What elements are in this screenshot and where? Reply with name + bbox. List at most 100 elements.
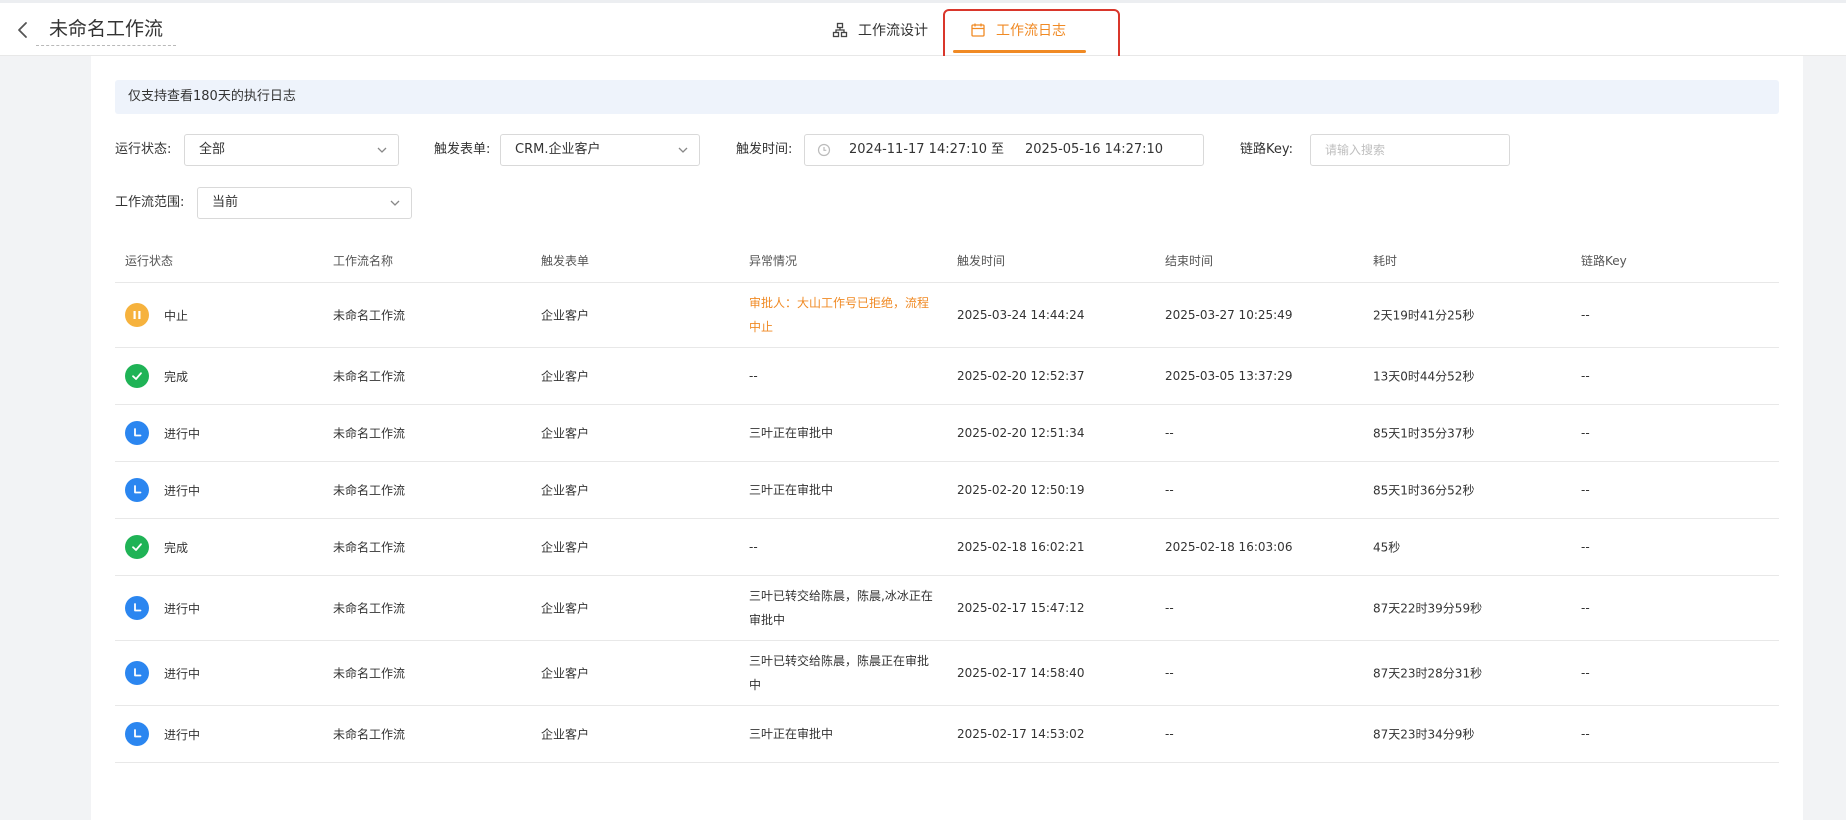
workflow-name-cell: 未命名工作流 [333, 308, 406, 323]
app-header: 未命名工作流 工作流设计 工作流日志 [0, 3, 1846, 56]
status-cell: 进行中 [125, 478, 200, 502]
trigger-form-cell: 企业客户 [541, 727, 590, 742]
exception-cell: -- [749, 540, 758, 554]
trigger-time-cell: 2025-03-24 14:44:24 [957, 308, 1085, 322]
clock-icon [125, 478, 149, 502]
duration-cell: 85天1时36分52秒 [1373, 483, 1475, 498]
back-icon[interactable] [14, 19, 32, 41]
workflow-name-cell: 未命名工作流 [333, 426, 406, 441]
exception-cell: 三叶已转交给陈晨，陈晨,冰冰正在审批中 [749, 589, 933, 627]
trace-key-cell: -- [1581, 369, 1590, 383]
status-cell: 完成 [125, 535, 188, 559]
trigger-form-cell: 企业客户 [541, 308, 590, 323]
table-row[interactable]: 进行中 未命名工作流 企业客户 三叶正在审批中 2025-02-20 12:51:34 -… [115, 405, 1779, 462]
active-tab-indicator [953, 50, 1086, 53]
log-table: 运行状态 工作流名称 触发表单 异常情况 触发时间 结束时间 耗时 链路Key … [115, 240, 1779, 763]
trace-key-cell: -- [1581, 308, 1590, 322]
status-cell: 完成 [125, 364, 188, 388]
column-header: 异常情况 [749, 254, 798, 268]
start-date[interactable]: 2024-11-17 14:27:10 [849, 135, 987, 165]
status-text: 进行中 [164, 727, 201, 742]
trigger-time-cell: 2025-02-20 12:52:37 [957, 369, 1085, 383]
table-header: 运行状态 工作流名称 触发表单 异常情况 触发时间 结束时间 耗时 链路Key [115, 240, 1779, 283]
trace-key-cell: -- [1581, 727, 1590, 741]
status-text: 进行中 [164, 601, 201, 616]
table-row[interactable]: 进行中 未命名工作流 企业客户 三叶正在审批中 2025-02-17 14:53:02 -… [115, 706, 1779, 763]
exception-cell: 三叶正在审批中 [749, 483, 834, 497]
end-date[interactable]: 2025-05-16 14:27:10 [1025, 135, 1163, 165]
trigger-form-cell: 企业客户 [541, 601, 590, 616]
form-select-value: CRM.企业客户 [515, 142, 601, 157]
clock-icon [125, 596, 149, 620]
end-time-cell: -- [1165, 727, 1174, 741]
check-icon [125, 364, 149, 388]
trigger-form-cell: 企业客户 [541, 666, 590, 681]
form-select[interactable]: CRM.企业客户 [500, 134, 700, 166]
trace-key-cell: -- [1581, 601, 1590, 615]
status-select[interactable]: 全部 [184, 134, 399, 166]
exception-cell: 三叶已转交给陈晨，陈晨正在审批中 [749, 654, 930, 692]
end-time-cell: 2025-02-18 16:03:06 [1165, 540, 1293, 554]
date-separator: 至 [991, 142, 1005, 157]
retention-notice: 仅支持查看180天的执行日志 [115, 80, 1779, 114]
column-header: 运行状态 [125, 254, 174, 268]
pause-icon [125, 303, 149, 327]
end-time-cell: 2025-03-27 10:25:49 [1165, 308, 1293, 322]
table-row[interactable]: 完成 未命名工作流 企业客户 -- 2025-02-20 12:52:37 2025-03… [115, 348, 1779, 405]
status-text: 进行中 [164, 483, 201, 498]
clock-icon [125, 421, 149, 445]
trigger-time-cell: 2025-02-17 14:58:40 [957, 666, 1085, 680]
status-select-value: 全部 [199, 142, 226, 157]
chevron-down-icon [390, 200, 400, 206]
trigger-time-cell: 2025-02-18 16:02:21 [957, 540, 1085, 554]
end-time-cell: -- [1165, 483, 1174, 497]
status-cell: 进行中 [125, 421, 200, 445]
exception-cell: 审批人：大山工作号已拒绝，流程中止 [749, 296, 930, 334]
end-time-cell: 2025-03-05 13:37:29 [1165, 369, 1293, 383]
form-filter-label: 触发表单: [434, 142, 491, 157]
end-time-cell: -- [1165, 601, 1174, 615]
duration-cell: 87天23时34分9秒 [1373, 727, 1475, 742]
tab-workflow-design[interactable]: 工作流设计 [832, 16, 928, 44]
duration-cell: 87天23时28分31秒 [1373, 666, 1483, 681]
duration-cell: 2天19时41分25秒 [1373, 308, 1475, 323]
status-cell: 进行中 [125, 661, 200, 685]
column-header: 耗时 [1373, 254, 1398, 268]
column-header: 链路Key [1581, 254, 1627, 268]
table-body: 中止 未命名工作流 企业客户 审批人：大山工作号已拒绝，流程中止 2025-03-24 … [115, 283, 1779, 763]
trigger-time-cell: 2025-02-20 12:50:19 [957, 483, 1085, 497]
duration-cell: 87天22时39分59秒 [1373, 601, 1483, 616]
scope-select[interactable]: 当前 [197, 187, 412, 219]
table-row[interactable]: 进行中 未命名工作流 企业客户 三叶已转交给陈晨，陈晨,冰冰正在审批中 2025-02-… [115, 576, 1779, 641]
chevron-down-icon [377, 147, 387, 153]
scope-filter-label: 工作流范围: [115, 195, 185, 210]
trigger-time-cell: 2025-02-17 14:53:02 [957, 727, 1085, 741]
status-cell: 中止 [125, 303, 188, 327]
workflow-name-cell: 未命名工作流 [333, 540, 406, 555]
trigger-time-cell: 2025-02-20 12:51:34 [957, 426, 1085, 440]
trace-key-cell: -- [1581, 426, 1590, 440]
table-row[interactable]: 完成 未命名工作流 企业客户 -- 2025-02-18 16:02:21 2025-02… [115, 519, 1779, 576]
trace-key-cell: -- [1581, 483, 1590, 497]
exception-cell: 三叶正在审批中 [749, 727, 834, 741]
workflow-icon [832, 22, 848, 38]
key-search-placeholder: 请输入搜索 [1325, 143, 1386, 157]
clock-icon [125, 722, 149, 746]
column-header: 触发表单 [541, 254, 590, 268]
tab-label: 工作流日志 [996, 23, 1066, 39]
key-search-input[interactable]: 请输入搜索 [1310, 134, 1510, 166]
scope-select-value: 当前 [212, 195, 239, 210]
date-range-picker[interactable]: 2024-11-17 14:27:10 至 2025-05-16 14:27:1… [804, 134, 1204, 166]
trigger-form-cell: 企业客户 [541, 483, 590, 498]
table-row[interactable]: 进行中 未命名工作流 企业客户 三叶已转交给陈晨，陈晨正在审批中 2025-02-17 … [115, 641, 1779, 706]
workflow-name-cell: 未命名工作流 [333, 601, 406, 616]
workflow-title[interactable]: 未命名工作流 [36, 17, 177, 46]
column-header: 结束时间 [1165, 254, 1214, 268]
table-row[interactable]: 进行中 未命名工作流 企业客户 三叶正在审批中 2025-02-20 12:50:19 -… [115, 462, 1779, 519]
table-row[interactable]: 中止 未命名工作流 企业客户 审批人：大山工作号已拒绝，流程中止 2025-03-24 … [115, 283, 1779, 348]
clock-icon [125, 661, 149, 685]
workflow-name-cell: 未命名工作流 [333, 483, 406, 498]
status-filter-label: 运行状态: [115, 142, 172, 157]
tab-workflow-log[interactable]: 工作流日志 [970, 16, 1066, 44]
duration-cell: 13天0时44分52秒 [1373, 369, 1475, 384]
